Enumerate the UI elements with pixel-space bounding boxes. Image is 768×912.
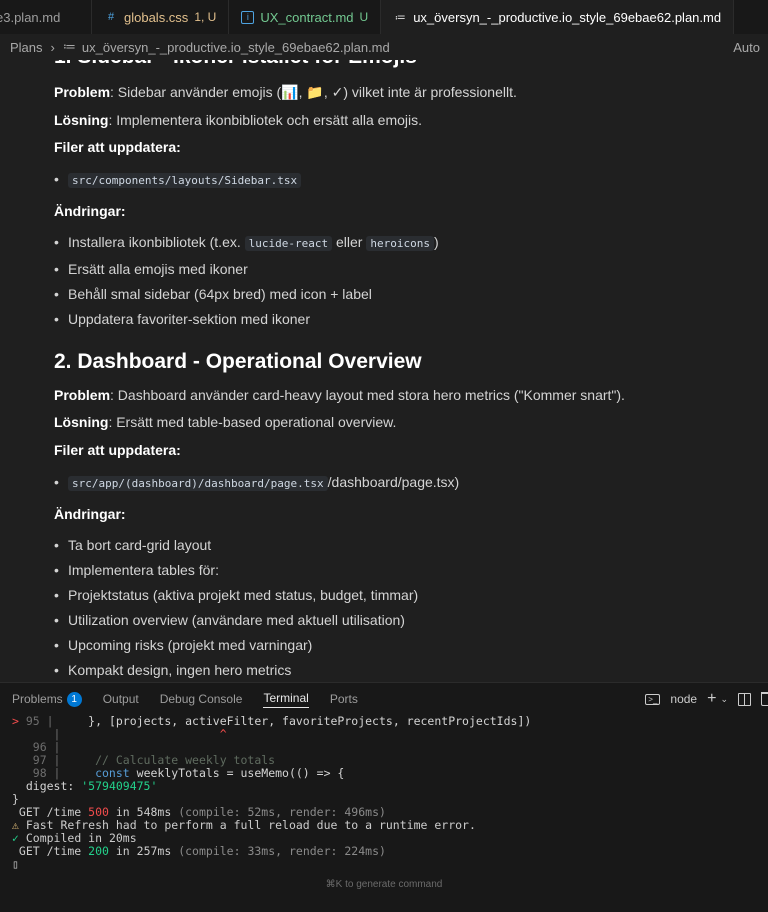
terminal-line: GET /time 200 in 257ms (compile: 33ms, r…: [12, 844, 386, 858]
tab-ux-oversyn-plan[interactable]: ≔ ux_översyn_-_productive.io_style_69eba…: [381, 0, 735, 34]
list-item: Implementera tables för:: [54, 561, 219, 579]
problem-paragraph: Problem: Sidebar använder emojis (📊, 📁, …: [54, 83, 517, 101]
files-label: Filer att uppdatera: [54, 442, 177, 458]
tab-output[interactable]: Output: [103, 692, 139, 706]
tab-ports[interactable]: Ports: [330, 692, 358, 706]
terminal-cursor: ▯: [12, 857, 19, 871]
problem-text: : Sidebar använder emojis (📊, 📁, ✓) vilk…: [110, 84, 517, 100]
generate-command-hint: ⌘K to generate command: [325, 879, 443, 890]
breadcrumb-root[interactable]: Plans: [10, 40, 43, 55]
panel-actions: >_ node + ⌄: [645, 683, 768, 715]
file-path-code[interactable]: src/app/(dashboard)/dashboard/page.tsx: [68, 476, 328, 491]
solution-label: Lösning: [54, 112, 109, 128]
solution-text: : Ersätt med table-based operational ove…: [108, 414, 397, 430]
problems-count-badge: 1: [66, 691, 82, 707]
tab-problems[interactable]: Problems 1: [12, 691, 82, 707]
chevron-down-icon[interactable]: ⌄: [720, 694, 728, 705]
inline-code: lucide-react: [244, 236, 333, 251]
breadcrumb: Plans › ≔ ux_översyn_-_productive.io_sty…: [0, 34, 768, 60]
tab-label: globals.css: [124, 9, 189, 25]
list-item: Projektstatus (aktiva projekt med status…: [54, 586, 418, 604]
add-terminal-icon[interactable]: +: [707, 690, 716, 708]
chevron-right-icon: ›: [50, 39, 55, 55]
solution-text: : Implementera ikonbibliotek och ersätt …: [108, 112, 423, 128]
plan-icon: ≔: [62, 39, 76, 54]
breadcrumb-file[interactable]: ux_översyn_-_productive.io_style_69ebae6…: [82, 40, 390, 55]
solution-paragraph: Lösning: Implementera ikonbibliotek och …: [54, 111, 422, 129]
tab-label: ux_översyn_-_productive.io_style_69ebae6…: [413, 9, 722, 25]
list-item: Ersätt alla emojis med ikoner: [54, 260, 248, 278]
changes-label: Ändringar: [54, 506, 121, 522]
list-text: Installera ikonbibliotek (t.ex.: [68, 234, 245, 250]
list-item: Kompakt design, ingen hero metrics: [54, 661, 291, 679]
plan-icon: ≔: [394, 11, 406, 24]
editor-tab-bar: e3.plan.md # globals.css 1, U i UX_contr…: [0, 0, 768, 35]
terminal-line: | ^: [12, 727, 227, 741]
tab-label: UX_contract.md: [260, 9, 354, 25]
shell-name[interactable]: node: [670, 692, 697, 706]
section-heading: 2. Dashboard - Operational Overview: [54, 350, 422, 373]
problem-label: Problem: [54, 84, 111, 100]
files-label: Filer att uppdatera: [54, 139, 177, 155]
list-text: ): [433, 234, 439, 250]
files-heading: Filer att uppdatera:: [54, 442, 181, 458]
tab-plan-e3[interactable]: e3.plan.md: [0, 0, 92, 34]
tab-debug-console[interactable]: Debug Console: [160, 692, 243, 706]
file-path-code[interactable]: src/components/layouts/Sidebar.tsx: [68, 173, 302, 188]
css-hash-icon: #: [107, 11, 115, 23]
changes-heading: Ändringar:: [54, 506, 126, 522]
terminal-icon: >_: [645, 693, 661, 705]
problem-text: : Dashboard använder card-heavy layout m…: [110, 387, 625, 403]
terminal-output[interactable]: > 95 | }, [projects, activeFilter, favor…: [12, 715, 762, 871]
list-item: Installera ikonbibliotek (t.ex. lucide-r…: [54, 233, 439, 253]
section-heading: 1. Sidebar - Ikoner istället för Emojis: [54, 60, 417, 70]
tab-terminal[interactable]: Terminal: [263, 691, 309, 708]
solution-paragraph: Lösning: Ersätt med table-based operatio…: [54, 413, 396, 431]
tab-globals-css[interactable]: # globals.css 1, U: [92, 0, 230, 34]
list-item: src/app/(dashboard)/dashboard/page.tsx/d…: [54, 473, 459, 493]
problem-label: Problem: [54, 387, 111, 403]
markdown-preview: 1. Sidebar - Ikoner istället för Emojis …: [0, 60, 768, 682]
terminal-line: digest: '579409475': [12, 779, 158, 793]
markdown-info-icon: i: [241, 10, 255, 24]
file-path-suffix: /dashboard/page.tsx): [327, 474, 460, 490]
problem-paragraph: Problem: Dashboard använder card-heavy l…: [54, 386, 625, 404]
list-item: Behåll smal sidebar (64px bred) med icon…: [54, 285, 372, 303]
tab-label: e3.plan.md: [0, 9, 61, 25]
list-item: Upcoming risks (projekt med varningar): [54, 636, 312, 654]
solution-label: Lösning: [54, 414, 109, 430]
list-item: Ta bort card-grid layout: [54, 536, 211, 554]
changes-label: Ändringar: [54, 203, 121, 219]
inline-code: heroicons: [366, 236, 434, 251]
auto-mode-button[interactable]: Auto: [733, 40, 760, 55]
tab-ux-contract[interactable]: i UX_contract.md U: [229, 0, 382, 34]
changes-heading: Ändringar:: [54, 203, 126, 219]
list-item: src/components/layouts/Sidebar.tsx: [54, 170, 302, 190]
files-heading: Filer att uppdatera:: [54, 139, 181, 155]
tab-modifier: 1, U: [194, 10, 217, 24]
split-terminal-icon[interactable]: [738, 692, 751, 706]
tab-modifier: U: [359, 10, 369, 24]
tab-label: Problems: [12, 692, 63, 706]
bottom-panel: Problems 1 Output Debug Console Terminal…: [0, 682, 768, 912]
trash-icon[interactable]: [761, 692, 768, 706]
list-text: eller: [332, 234, 367, 250]
list-item: Utilization overview (användare med aktu…: [54, 611, 405, 629]
list-item: Uppdatera favoriter-sektion med ikoner: [54, 310, 310, 328]
